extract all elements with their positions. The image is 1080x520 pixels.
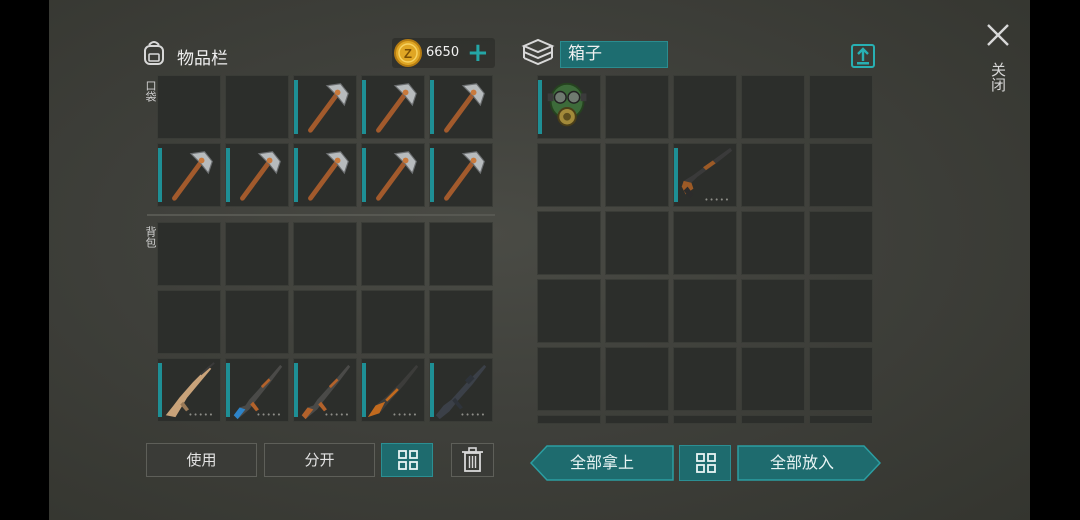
box-slot-16[interactable] xyxy=(537,279,601,343)
pocket-slot-6[interactable] xyxy=(157,143,221,207)
box-slot-13[interactable] xyxy=(673,211,737,275)
box-slot-4[interactable] xyxy=(741,75,805,139)
pocket-slot-8[interactable] xyxy=(293,143,357,207)
box-slot-28[interactable] xyxy=(673,415,737,424)
take-all-button[interactable]: 全部拿上 xyxy=(530,445,674,481)
box-slot-7[interactable] xyxy=(605,143,669,207)
box-slot-18[interactable] xyxy=(673,279,737,343)
pickaxe-icon xyxy=(240,151,281,201)
add-coins-button[interactable]: + xyxy=(467,38,489,68)
backpack-slot-2[interactable] xyxy=(225,222,289,286)
split-button[interactable]: 分开 xyxy=(264,443,375,477)
backpack-slot-12[interactable] xyxy=(225,358,289,422)
pickaxe-icon xyxy=(444,83,485,133)
backpack-slot-7[interactable] xyxy=(225,290,289,354)
take-all-label: 全部拿上 xyxy=(569,453,634,472)
grid-icon xyxy=(696,453,716,473)
backpack-slot-15[interactable] xyxy=(429,358,493,422)
box-slot-22[interactable] xyxy=(605,347,669,411)
pickaxe-icon xyxy=(172,151,213,201)
box-slot-15[interactable] xyxy=(809,211,873,275)
backpack-slot-9[interactable] xyxy=(361,290,425,354)
box-slot-10[interactable] xyxy=(809,143,873,207)
coin-amount: 6650 xyxy=(426,45,460,60)
pickaxe-icon xyxy=(376,151,417,201)
box-slot-30[interactable] xyxy=(809,415,873,424)
grid-icon xyxy=(398,450,418,470)
ak-rifle-blue-icon xyxy=(233,364,283,420)
gas-mask-icon xyxy=(547,82,587,127)
close-icon[interactable] xyxy=(985,22,1011,48)
inventory-title: 物品栏 xyxy=(177,49,228,69)
box-slot-20[interactable] xyxy=(809,279,873,343)
box-slot-12[interactable] xyxy=(605,211,669,275)
trash-icon xyxy=(462,447,483,472)
pocket-slot-2[interactable] xyxy=(225,75,289,139)
box-slot-26[interactable] xyxy=(537,415,601,424)
sort-inventory-button[interactable] xyxy=(381,443,433,477)
put-all-label: 全部放入 xyxy=(769,453,834,472)
backpack-slot-3[interactable] xyxy=(293,222,357,286)
backpack-slot-13[interactable] xyxy=(293,358,357,422)
backpack-icon xyxy=(144,41,164,65)
box-slot-21[interactable] xyxy=(537,347,601,411)
box-slot-6[interactable] xyxy=(537,143,601,207)
pocket-slot-10[interactable] xyxy=(429,143,493,207)
sks-rifle-icon xyxy=(367,364,419,418)
crate-icon xyxy=(521,38,555,66)
svg-text:Z: Z xyxy=(404,46,412,61)
box-slot-9[interactable] xyxy=(741,143,805,207)
pocket-slot-3[interactable] xyxy=(293,75,357,139)
box-slot-19[interactable] xyxy=(741,279,805,343)
pickaxe-icon xyxy=(444,151,485,201)
backpack-label: 背包 xyxy=(144,226,157,248)
box-slot-14[interactable] xyxy=(741,211,805,275)
box-slot-2[interactable] xyxy=(605,75,669,139)
coin-icon: Z xyxy=(394,39,422,67)
box-slot-29[interactable] xyxy=(741,415,805,424)
pocket-label: 口袋 xyxy=(144,80,157,102)
pocket-slot-9[interactable] xyxy=(361,143,425,207)
m16-rifle-icon xyxy=(435,364,487,420)
box-slot-11[interactable] xyxy=(537,211,601,275)
close-label[interactable]: 关闭 xyxy=(989,62,1007,92)
upload-icon[interactable] xyxy=(850,41,876,69)
box-slot-23[interactable] xyxy=(673,347,737,411)
backpack-slot-6[interactable] xyxy=(157,290,221,354)
pocket-slot-5[interactable] xyxy=(429,75,493,139)
box-slot-25[interactable] xyxy=(809,347,873,411)
box-slot-8[interactable] xyxy=(673,143,737,207)
delete-button[interactable] xyxy=(451,443,494,477)
shotgun-icon xyxy=(681,147,733,199)
pickaxe-icon xyxy=(376,83,417,133)
put-all-button[interactable]: 全部放入 xyxy=(737,445,881,481)
pickaxe-icon xyxy=(308,83,349,133)
backpack-slot-1[interactable] xyxy=(157,222,221,286)
scar-rifle-icon xyxy=(165,362,215,418)
backpack-slot-8[interactable] xyxy=(293,290,357,354)
pocket-slot-7[interactable] xyxy=(225,143,289,207)
sort-container-button[interactable] xyxy=(679,445,731,481)
use-button[interactable]: 使用 xyxy=(146,443,257,477)
backpack-slot-10[interactable] xyxy=(429,290,493,354)
box-slot-27[interactable] xyxy=(605,415,669,424)
pickaxe-icon xyxy=(308,151,349,201)
box-slot-3[interactable] xyxy=(673,75,737,139)
backpack-slot-5[interactable] xyxy=(429,222,493,286)
backpack-slot-14[interactable] xyxy=(361,358,425,422)
ak-rifle-icon xyxy=(301,364,351,420)
backpack-slot-4[interactable] xyxy=(361,222,425,286)
box-slot-5[interactable] xyxy=(809,75,873,139)
pocket-slot-1[interactable] xyxy=(157,75,221,139)
pocket-slot-4[interactable] xyxy=(361,75,425,139)
backpack-slot-11[interactable] xyxy=(157,358,221,422)
box-slot-24[interactable] xyxy=(741,347,805,411)
box-slot-17[interactable] xyxy=(605,279,669,343)
box-slot-1[interactable] xyxy=(537,75,601,139)
inventory-divider xyxy=(147,214,495,216)
container-name: 箱子 xyxy=(560,41,668,68)
